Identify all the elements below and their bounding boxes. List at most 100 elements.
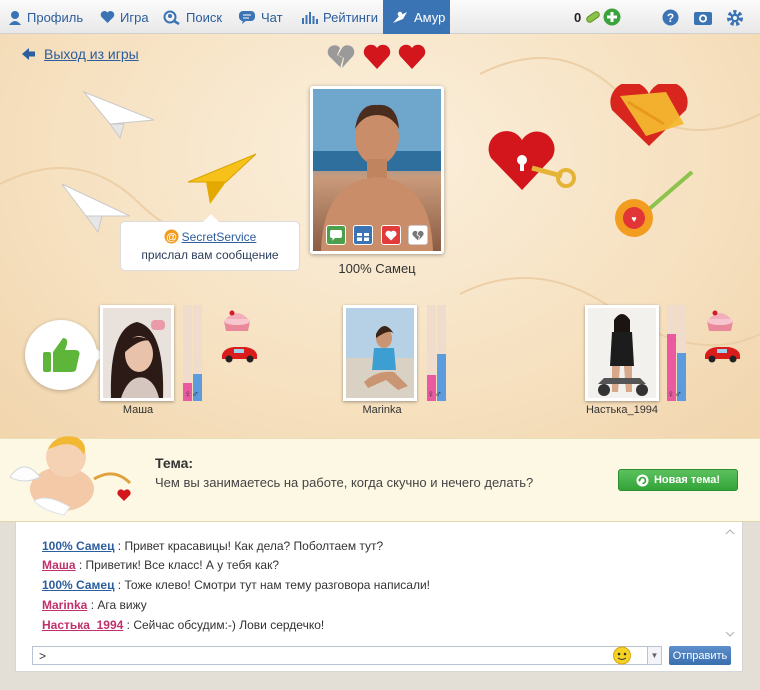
chevron-down-icon: ▼ xyxy=(650,651,659,660)
smiley-icon[interactable] xyxy=(612,646,632,665)
send-button[interactable]: Отправить xyxy=(669,646,731,665)
exit-game-label: Выход из игры xyxy=(44,46,139,62)
notification-text: прислал вам сообщение xyxy=(141,248,279,262)
chat-message-text: : Тоже клево! Смотри тут нам тему разгов… xyxy=(114,578,431,592)
player-name: Marinka xyxy=(362,404,402,416)
chat-nick-link[interactable]: Marinka xyxy=(42,598,87,612)
message-notification[interactable]: @ SecretService прислал вам сообщение xyxy=(120,214,300,271)
broken-heart-icon xyxy=(412,230,424,240)
cupid-icon xyxy=(391,10,409,25)
at-sign-icon: @ xyxy=(164,229,179,244)
svg-text:@: @ xyxy=(166,232,177,244)
player-avatar xyxy=(346,308,414,398)
profile-icon xyxy=(8,10,22,25)
heart-gift-box-icon[interactable] xyxy=(606,84,692,150)
nav-search[interactable]: Поиск xyxy=(163,0,222,34)
nav-profile-label: Профиль xyxy=(27,9,84,25)
gear-icon[interactable] xyxy=(726,9,744,27)
cake-gift-icon[interactable] xyxy=(220,303,254,333)
bar-track xyxy=(437,305,446,401)
gender-symbols: ♀♂ xyxy=(184,389,199,400)
player-card-nastka[interactable] xyxy=(585,305,659,401)
chat-scrollbar[interactable] xyxy=(724,528,736,638)
bar-track xyxy=(677,305,686,401)
send-gift-button[interactable] xyxy=(353,225,373,245)
girl-2-sympathy-bars xyxy=(427,305,447,401)
bar-track xyxy=(193,305,202,401)
bar-track xyxy=(667,305,676,401)
nav-search-label: Поиск xyxy=(186,9,223,25)
gift-icon xyxy=(357,230,369,241)
chat-panel: 100% Самец : Привет красавицы! Как дела?… xyxy=(15,522,743,672)
chat-nick-link[interactable]: Настька_1994 xyxy=(42,618,123,632)
nav-game-label: Игра xyxy=(120,9,149,25)
send-heart-button[interactable] xyxy=(381,225,401,245)
refresh-icon xyxy=(636,474,649,487)
speech-bubble-icon xyxy=(330,229,342,241)
lollipop-icon[interactable]: ♥ xyxy=(612,168,696,240)
player-name: Настька_1994 xyxy=(585,404,659,416)
main-player-photo[interactable] xyxy=(310,86,444,254)
help-icon[interactable]: ? xyxy=(662,9,679,26)
chat-message: 100% Самец : Привет красавицы! Как дела?… xyxy=(42,537,383,555)
ratings-icon xyxy=(301,10,318,24)
chat-icon xyxy=(238,10,256,25)
player-avatar xyxy=(588,308,656,398)
sports-car-gift-icon[interactable] xyxy=(220,343,258,363)
send-message-button[interactable] xyxy=(326,225,346,245)
paper-plane-icon[interactable] xyxy=(82,90,156,140)
chat-nick-link[interactable]: Маша xyxy=(42,558,76,572)
player-card-marinka[interactable] xyxy=(343,305,417,401)
like-button[interactable] xyxy=(25,320,97,390)
girl-1-sympathy-bars xyxy=(183,305,203,401)
exit-game-link[interactable]: Выход из игры xyxy=(22,46,139,62)
heart-icon xyxy=(385,230,397,240)
top-navigation-bar: Профиль Игра Поиск Чат Рейтинги Амур 0 ? xyxy=(0,0,760,34)
nav-game[interactable]: Игра xyxy=(100,0,149,34)
chat-nick-link[interactable]: 100% Самец xyxy=(42,578,114,592)
smiley-dropdown-toggle[interactable]: ▼ xyxy=(648,646,662,665)
chat-message-text: : Приветик! Все класс! А у тебя как? xyxy=(75,558,280,572)
nav-profile[interactable]: Профиль xyxy=(8,0,83,34)
camera-icon[interactable] xyxy=(693,9,713,26)
new-topic-button[interactable]: Новая тема! xyxy=(618,469,738,491)
topic-text: Чем вы занимаетесь на работе, когда скуч… xyxy=(155,475,534,490)
chat-message: 100% Самец : Тоже клево! Смотри тут нам … xyxy=(42,576,430,594)
bar-track xyxy=(183,305,192,401)
heart-lock-key-icon[interactable] xyxy=(488,128,578,196)
chat-message: Маша : Приветик! Все класс! А у тебя как… xyxy=(42,556,279,574)
exit-arrow-icon xyxy=(22,48,35,60)
nav-ratings-label: Рейтинги xyxy=(323,9,378,25)
sports-car-gift-icon[interactable] xyxy=(703,343,741,363)
new-topic-label: Новая тема! xyxy=(653,474,720,486)
chat-message-text: : Привет красавицы! Как дела? Поболтаем … xyxy=(114,539,384,553)
main-player-avatar xyxy=(313,89,441,251)
life-heart-icon xyxy=(398,44,426,70)
cupid-illustration xyxy=(9,436,132,516)
cake-gift-icon[interactable] xyxy=(703,303,737,333)
notification-sender-link[interactable]: SecretService xyxy=(182,230,257,244)
girl-3-sympathy-bars xyxy=(667,305,687,401)
nav-chat-label: Чат xyxy=(261,9,283,25)
nav-ratings[interactable]: Рейтинги xyxy=(301,0,378,34)
bar-track xyxy=(427,305,436,401)
add-coins-icon[interactable] xyxy=(603,8,621,26)
search-icon xyxy=(163,10,181,25)
nav-amur-label: Амур xyxy=(414,9,446,25)
player-card-masha[interactable] xyxy=(100,305,174,401)
main-player-name: 100% Самец xyxy=(338,261,416,276)
chat-message: Настька_1994 : Сейчас обсудим:-) Лови се… xyxy=(42,616,324,634)
chat-message: Marinka : Ага вижу xyxy=(42,596,147,614)
svg-text:♥: ♥ xyxy=(631,214,636,224)
yellow-paper-plane-icon[interactable] xyxy=(186,152,258,208)
topic-label: Тема: xyxy=(155,455,194,471)
life-heart-icon xyxy=(363,44,391,70)
chat-nick-link[interactable]: 100% Самец xyxy=(42,539,114,553)
svg-text:?: ? xyxy=(667,11,674,25)
send-broken-heart-button[interactable] xyxy=(408,225,428,245)
chat-input[interactable] xyxy=(32,646,648,665)
nav-amur[interactable]: Амур xyxy=(383,0,450,34)
nav-chat[interactable]: Чат xyxy=(238,0,283,34)
coin-balance: 0 xyxy=(574,8,621,26)
send-button-label: Отправить xyxy=(672,649,728,662)
